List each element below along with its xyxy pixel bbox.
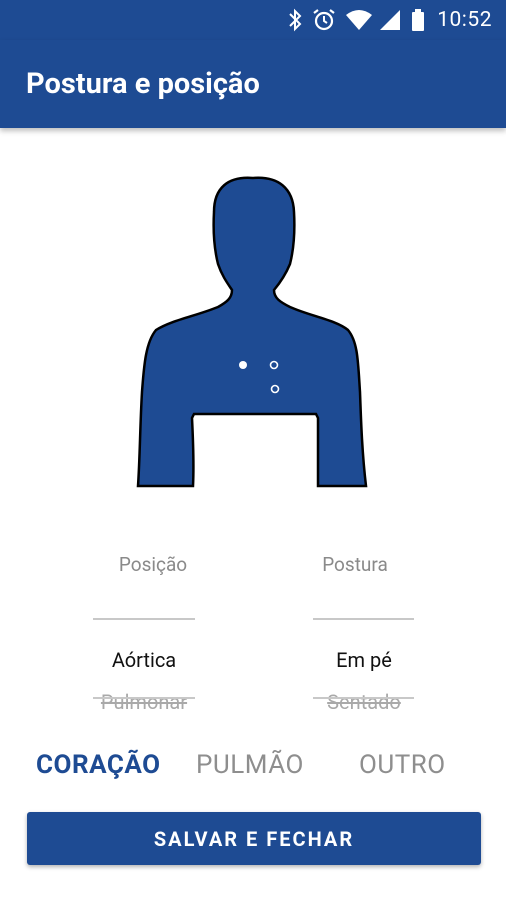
cellular-signal-icon xyxy=(380,10,401,30)
posture-label: Postura xyxy=(322,553,388,576)
alarm-icon xyxy=(313,9,335,31)
position-picker-selected[interactable]: Aórtica xyxy=(64,648,224,672)
torso-silhouette xyxy=(136,176,368,488)
torso-illustration xyxy=(136,176,368,488)
wifi-icon xyxy=(346,10,373,30)
tab-heart[interactable]: CORAÇÃO xyxy=(36,750,161,780)
page-title: Postura e posição xyxy=(26,67,260,101)
save-and-close-label: SALVAR E FECHAR xyxy=(153,826,355,851)
status-bar: 10:52 xyxy=(0,0,506,40)
auscultation-point-mitral[interactable] xyxy=(290,416,300,426)
torso-figure xyxy=(0,130,506,510)
position-label: Posição xyxy=(118,553,188,576)
bluetooth-icon xyxy=(289,8,302,32)
app-bar: Postura e posição xyxy=(0,40,506,128)
save-and-close-button[interactable]: SALVAR E FECHAR xyxy=(27,812,481,865)
posture-picker-selected[interactable]: Em pé xyxy=(284,648,444,672)
tab-other[interactable]: OUTRO xyxy=(359,750,446,780)
tab-lung[interactable]: PULMÃO xyxy=(196,750,304,780)
posture-picker-divider-lower xyxy=(313,697,414,699)
position-picker-next[interactable]: Pulmonar xyxy=(64,690,224,714)
position-picker-divider-lower xyxy=(93,697,195,699)
posture-picker-next[interactable]: Sentado xyxy=(284,690,444,714)
posture-picker-divider xyxy=(313,618,414,620)
status-clock: 10:52 xyxy=(437,8,492,32)
battery-icon xyxy=(412,9,425,31)
status-icons: 10:52 xyxy=(285,0,506,40)
position-picker-divider xyxy=(93,618,195,620)
auscultation-point-aortic[interactable] xyxy=(239,361,247,369)
